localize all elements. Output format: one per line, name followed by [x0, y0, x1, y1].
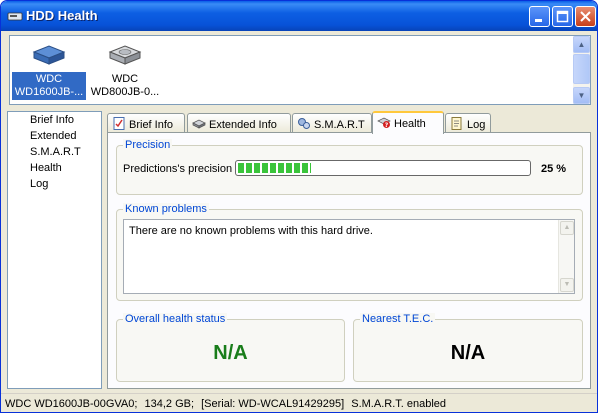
status-model: WDC WD1600JB-00GVA0;	[5, 398, 138, 410]
sidebar-item-health[interactable]: Health	[30, 162, 62, 174]
known-problems-title: Known problems	[123, 203, 209, 215]
precision-progress-bar	[235, 160, 531, 176]
minimize-button[interactable]	[529, 6, 550, 27]
drive-vendor: WDC	[35, 73, 63, 85]
scroll-down-icon[interactable]: ▼	[573, 87, 590, 104]
hard-drive-icon	[32, 45, 66, 65]
sidebar-item-extended[interactable]: Extended	[30, 130, 76, 142]
smart-icon	[298, 118, 310, 129]
precision-group: Precision Predictions's precision 25 %	[116, 139, 583, 195]
tab-log[interactable]: Log	[445, 113, 491, 133]
tab-extended-info[interactable]: Extended Info	[187, 113, 291, 133]
tab-label: Log	[467, 119, 486, 131]
scroll-down-icon[interactable]: ▼	[560, 278, 574, 292]
known-problems-scrollbar[interactable]: ▲ ▼	[558, 220, 574, 293]
nearest-tec-value: N/A	[450, 342, 486, 364]
maximize-icon	[556, 10, 569, 23]
sidebar-item-log[interactable]: Log	[30, 178, 48, 190]
precision-value: 25 %	[541, 163, 567, 175]
tab-label: S.M.A.R.T	[314, 119, 365, 131]
hdd-app-icon	[7, 12, 23, 21]
close-icon	[580, 11, 591, 22]
drive-model: WD1600JB-...	[14, 86, 84, 98]
precision-label: Predictions's precision	[123, 163, 233, 175]
tab-label: Health	[394, 118, 426, 130]
overall-health-value: N/A	[213, 342, 248, 364]
drive-label: WDC WD800JB-0...	[88, 72, 162, 100]
health-tab-panel: Precision Predictions's precision 25 % K…	[107, 132, 591, 389]
close-button[interactable]	[575, 6, 596, 27]
drive-vendor: WDC	[111, 73, 139, 85]
overall-health-title: Overall health status	[123, 313, 228, 325]
overall-health-group: Overall health status N/A	[116, 313, 345, 382]
drive-list-scrollbar[interactable]: ▲ ▼	[573, 36, 590, 104]
scroll-up-icon[interactable]: ▲	[573, 36, 590, 53]
known-problems-group: Known problems There are no known proble…	[116, 203, 583, 301]
sidebar-item-brief-info[interactable]: Brief Info	[30, 114, 74, 126]
drive-list[interactable]: WDC WD1600JB-... WDC WD800JB-0... ▲ ▼	[9, 35, 591, 105]
hard-drive-icon	[108, 45, 142, 65]
drive-label: WDC WD1600JB-...	[12, 72, 86, 100]
health-icon: ?	[377, 117, 391, 129]
svg-text:?: ?	[385, 122, 389, 129]
nearest-tec-title: Nearest T.E.C.	[360, 313, 436, 325]
tab-label: Extended Info	[209, 119, 277, 131]
precision-progress-fill	[238, 163, 311, 173]
status-smart: S.M.A.R.T. enabled	[351, 398, 447, 410]
tab-brief-info[interactable]: Brief Info	[107, 113, 185, 133]
drive-icon	[192, 119, 206, 129]
app-window: HDD Health WDC WD1600JB-... WDC WD800JB-…	[0, 0, 598, 413]
sidebar-item-smart[interactable]: S.M.A.R.T	[30, 146, 81, 158]
tab-label: Brief Info	[129, 119, 174, 131]
precision-group-title: Precision	[123, 139, 173, 151]
known-problems-textbox[interactable]: There are no known problems with this ha…	[123, 219, 575, 294]
drive-item-wd800[interactable]: WDC WD800JB-0...	[88, 40, 162, 100]
title-bar[interactable]: HDD Health	[1, 1, 597, 31]
status-bar: WDC WD1600JB-00GVA0; 134,2 GB; [Serial: …	[1, 393, 597, 412]
minimize-icon	[535, 19, 542, 22]
scroll-up-icon[interactable]: ▲	[560, 221, 574, 235]
sidebar-nav: Brief Info Extended S.M.A.R.T Health Log	[7, 111, 102, 389]
window-title: HDD Health	[26, 8, 98, 23]
maximize-button[interactable]	[552, 6, 573, 27]
tab-health[interactable]: ? Health	[372, 111, 444, 134]
brief-info-icon	[113, 117, 125, 130]
drive-model: WD800JB-0...	[90, 86, 160, 98]
nearest-tec-group: Nearest T.E.C. N/A	[353, 313, 583, 382]
log-icon	[451, 117, 462, 130]
tab-smart[interactable]: S.M.A.R.T	[292, 113, 372, 133]
status-serial: [Serial: WD-WCAL91429295]	[201, 398, 345, 410]
scroll-thumb[interactable]	[573, 54, 590, 84]
known-problems-text: There are no known problems with this ha…	[129, 225, 373, 237]
drive-item-wd1600[interactable]: WDC WD1600JB-...	[12, 40, 86, 100]
status-capacity: 134,2 GB;	[144, 398, 195, 410]
